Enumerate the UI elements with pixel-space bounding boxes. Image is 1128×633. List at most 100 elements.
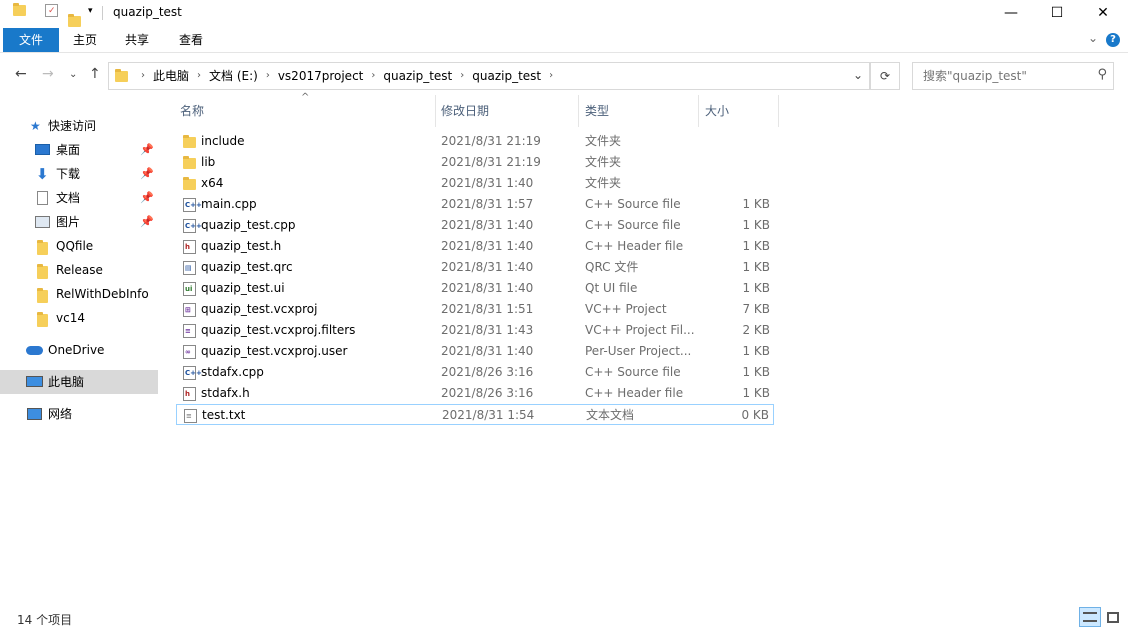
properties-icon[interactable]: ✓ [45, 4, 58, 17]
tab-view[interactable]: 查看 [165, 28, 217, 52]
column-header-type[interactable]: 类型 [585, 95, 609, 127]
tab-file[interactable]: 文件 [3, 28, 59, 52]
up-button[interactable]: ↑ [89, 66, 101, 82]
tab-home[interactable]: 主页 [59, 28, 111, 52]
file-row[interactable]: ≡ test.txt 2021/8/31 1:54 文本文档 0 KB [176, 404, 774, 425]
column-header-date[interactable]: 修改日期 [441, 95, 489, 127]
chevron-right-icon[interactable]: › [460, 63, 464, 89]
file-type: 文件夹 [585, 176, 622, 190]
quick-access-dropdown-icon[interactable]: ▾ [88, 6, 93, 16]
file-date: 2021/8/31 1:40 [441, 281, 534, 295]
sidebar-item-label: 下载 [56, 167, 81, 181]
file-row[interactable]: C++ stdafx.cpp 2021/8/26 3:16 C++ Source fi… [176, 362, 774, 383]
chevron-right-icon[interactable]: › [549, 63, 553, 89]
chevron-right-icon[interactable]: › [371, 63, 375, 89]
file-row[interactable]: ≡ quazip_test.vcxproj.filters 2021/8/31 1:… [176, 320, 774, 341]
column-header-size[interactable]: 大小 [705, 95, 729, 127]
search-input[interactable] [921, 63, 1095, 89]
pin-icon[interactable]: 📌 [140, 162, 154, 186]
header-file-icon: h [183, 387, 196, 401]
sidebar-item-pictures[interactable]: 图片 📌 [0, 210, 158, 234]
minimize-button[interactable]: — [988, 0, 1034, 26]
sidebar-item-documents[interactable]: 文档 📌 [0, 186, 158, 210]
file-row[interactable]: include 2021/8/31 21:19 文件夹 [176, 131, 774, 152]
file-date: 2021/8/31 1:51 [441, 302, 534, 316]
file-type: 文件夹 [585, 155, 622, 169]
crumb-this-pc[interactable]: 此电脑 [153, 63, 189, 89]
column-divider[interactable] [778, 95, 779, 127]
file-row[interactable]: ⊞ quazip_test.vcxproj 2021/8/31 1:51 VC++ P… [176, 299, 774, 320]
computer-icon [26, 376, 43, 387]
search-box[interactable]: ⚲ [912, 62, 1114, 90]
chevron-right-icon[interactable]: › [197, 63, 201, 89]
tab-share[interactable]: 共享 [111, 28, 163, 52]
column-divider[interactable] [435, 95, 436, 127]
sidebar-item-release[interactable]: Release [0, 258, 158, 282]
file-name: quazip_test.cpp [201, 218, 296, 232]
new-folder-icon[interactable] [68, 14, 81, 27]
search-icon[interactable]: ⚲ [1097, 67, 1107, 82]
file-row[interactable]: lib 2021/8/31 21:19 文件夹 [176, 152, 774, 173]
details-view-button[interactable] [1079, 607, 1101, 627]
column-header-name[interactable]: 名称 [180, 95, 204, 127]
cpp-file-icon: C++ [183, 219, 202, 233]
maximize-button[interactable]: ☐ [1034, 0, 1080, 26]
cpp-file-icon: C++ [183, 198, 202, 212]
file-date: 2021/8/31 1:40 [441, 218, 534, 232]
sidebar-item-vc14[interactable]: vc14 [0, 306, 158, 330]
title-bar: ✓ ▾ quazip_test — ☐ ✕ [0, 0, 1128, 27]
pin-icon[interactable]: 📌 [140, 138, 154, 162]
crumb-drive[interactable]: 文档 (E:) [209, 63, 258, 89]
file-row[interactable]: ∞ quazip_test.vcxproj.user 2021/8/31 1:40 P… [176, 341, 774, 362]
close-button[interactable]: ✕ [1080, 0, 1126, 26]
file-name: quazip_test.qrc [201, 260, 293, 274]
pin-icon[interactable]: 📌 [140, 186, 154, 210]
sidebar-item-qqfile[interactable]: QQfile [0, 234, 158, 258]
sidebar-item-desktop[interactable]: 桌面 📌 [0, 138, 158, 162]
large-icons-view-button[interactable] [1102, 607, 1124, 627]
sidebar-item-onedrive[interactable]: OneDrive [0, 338, 158, 362]
file-row[interactable]: x64 2021/8/31 1:40 文件夹 [176, 173, 774, 194]
ribbon-tabs: 文件 主页 共享 查看 ⌄ ? [0, 28, 1128, 53]
file-type: C++ Header file [585, 239, 684, 253]
file-type: QRC 文件 [585, 260, 639, 274]
file-type: C++ Header file [585, 386, 684, 400]
back-button[interactable]: ← [15, 66, 27, 82]
refresh-button[interactable]: ⟳ [870, 62, 900, 90]
file-name: x64 [201, 176, 224, 190]
column-divider[interactable] [698, 95, 699, 127]
folder-icon [37, 288, 48, 303]
file-row[interactable]: ▤ quazip_test.qrc 2021/8/31 1:40 QRC 文件 1 KB [176, 257, 774, 278]
ui-file-icon: ui [183, 282, 196, 296]
text-file-icon: ≡ [184, 409, 197, 423]
sidebar-item-network[interactable]: 网络 [0, 402, 158, 426]
file-row[interactable]: ui quazip_test.ui 2021/8/31 1:40 Qt UI file… [176, 278, 774, 299]
crumb-quazip-test-parent[interactable]: quazip_test [383, 63, 452, 89]
file-row[interactable]: C++ main.cpp 2021/8/31 1:57 C++ Source file… [176, 194, 774, 215]
chevron-right-icon[interactable]: › [266, 63, 270, 89]
file-type: C++ Source file [585, 197, 681, 211]
sidebar-item-label: 图片 [56, 215, 81, 229]
file-row[interactable]: h stdafx.h 2021/8/26 3:16 C++ Header file 1 … [176, 383, 774, 404]
file-size: 2 KB [742, 323, 770, 337]
status-bar: 14 个项目 [0, 605, 1128, 633]
forward-button[interactable]: → [42, 66, 54, 82]
sidebar-item-this-pc[interactable]: 此电脑 [0, 370, 158, 394]
file-row[interactable]: h quazip_test.h 2021/8/31 1:40 C++ Header f… [176, 236, 774, 257]
sidebar-item-quick-access[interactable]: ★ 快速访问 [0, 114, 158, 138]
pin-icon[interactable]: 📌 [140, 210, 154, 234]
crumb-vs2017project[interactable]: vs2017project [278, 63, 364, 89]
file-date: 2021/8/26 3:16 [441, 386, 534, 400]
address-bar[interactable]: › 此电脑 › 文档 (E:) › vs2017project › quazip… [108, 62, 870, 90]
crumb-quazip-test[interactable]: quazip_test [472, 63, 541, 89]
help-icon[interactable]: ? [1106, 33, 1120, 47]
sidebar-item-relwithdebinfo[interactable]: RelWithDebInfo [0, 282, 158, 306]
recent-locations-button[interactable]: ⌄ [69, 69, 77, 80]
address-dropdown-icon[interactable]: ⌄ [853, 63, 863, 87]
file-type: C++ Source file [585, 365, 681, 379]
ribbon-expand-icon[interactable]: ⌄ [1088, 31, 1098, 45]
folder-icon [37, 240, 48, 255]
column-divider[interactable] [578, 95, 579, 127]
file-row[interactable]: C++ quazip_test.cpp 2021/8/31 1:40 C++ Sour… [176, 215, 774, 236]
sidebar-item-downloads[interactable]: ⬇ 下载 📌 [0, 162, 158, 186]
